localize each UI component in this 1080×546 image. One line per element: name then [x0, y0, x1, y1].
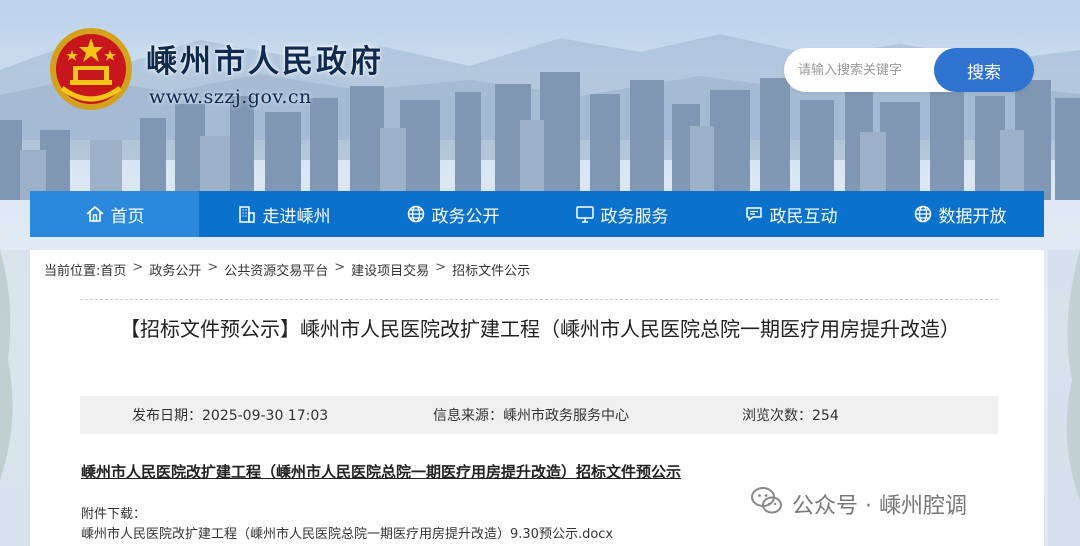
nav-item-label: 首页 — [110, 206, 145, 227]
breadcrumb-link-construction[interactable]: 建设项目交易 — [351, 260, 429, 279]
divider — [80, 299, 998, 300]
search-input[interactable] — [798, 58, 934, 82]
site-title: 嵊州市人民政府 — [146, 44, 384, 80]
nav-item-open-data[interactable]: 数据开放 — [875, 191, 1044, 237]
breadcrumb-separator: > — [132, 260, 144, 275]
home-icon — [85, 204, 105, 224]
main-nav: 首页 走进嵊州 政务公开 政务服务 政民互动 数据开放 — [30, 191, 1044, 237]
breadcrumb: 当前位置: 首页 > 政务公开 > 公共资源交易平台 > 建设项目交易 > 招标… — [44, 260, 530, 279]
chat-icon — [744, 204, 764, 224]
nav-item-label: 政务服务 — [600, 206, 669, 227]
breadcrumb-separator: > — [207, 260, 219, 275]
watermark-text: 公众号 · 嵊州腔调 — [792, 494, 967, 519]
globe-icon — [913, 204, 933, 224]
article-heading: 嵊州市人民医院改扩建工程（嵊州市人民医院总院一期医疗用房提升改造）招标文件预公示 — [81, 463, 682, 481]
building-icon — [237, 204, 257, 224]
nav-item-home[interactable]: 首页 — [30, 191, 199, 237]
nav-item-label: 数据开放 — [938, 206, 1007, 227]
breadcrumb-separator: > — [334, 260, 346, 275]
globe-icon — [406, 204, 426, 224]
nav-item-interaction[interactable]: 政民互动 — [706, 191, 875, 237]
wechat-watermark: 公众号 · 嵊州腔调 — [750, 484, 967, 524]
publish-date: 发布日期：2025-09-30 17:03 — [132, 408, 329, 424]
wechat-icon — [750, 484, 784, 524]
attachment-link[interactable]: 嵊州市人民医院改扩建工程（嵊州市人民医院总院一期医疗用房提升改造）9.30预公示… — [81, 523, 613, 542]
site-url: www.szzj.gov.cn — [149, 86, 312, 108]
breadcrumb-link-bid-notice[interactable]: 招标文件公示 — [452, 260, 530, 279]
nav-item-gov-services[interactable]: 政务服务 — [537, 191, 706, 237]
breadcrumb-separator: > — [435, 260, 447, 275]
info-source: 信息来源：嵊州市政务服务中心 — [433, 408, 629, 424]
nav-item-label: 政民互动 — [769, 206, 838, 227]
nav-item-label: 政务公开 — [431, 206, 500, 227]
breadcrumb-prefix: 当前位置: — [44, 264, 101, 279]
article-meta-bar: 发布日期：2025-09-30 17:03 信息来源：嵊州市政务服务中心 浏览次… — [80, 396, 998, 434]
attachment-label: 附件下载： — [81, 507, 147, 522]
search-button[interactable]: 搜索 — [934, 48, 1034, 92]
article-title: 【招标文件预公示】嵊州市人民医院改扩建工程（嵊州市人民医院总院一期医疗用房提升改… — [120, 317, 960, 341]
breadcrumb-link-gov-affairs[interactable]: 政务公开 — [149, 260, 201, 279]
search-box: 搜索 — [784, 48, 1034, 92]
nav-item-label: 走进嵊州 — [262, 206, 331, 227]
national-emblem-icon — [48, 26, 134, 112]
nav-item-gov-affairs[interactable]: 政务公开 — [368, 191, 537, 237]
breadcrumb-link-home[interactable]: 首页 — [100, 260, 126, 279]
nav-item-about[interactable]: 走进嵊州 — [199, 191, 368, 237]
view-count: 浏览次数：254 — [742, 408, 839, 424]
breadcrumb-link-trading-platform[interactable]: 公共资源交易平台 — [224, 260, 328, 279]
monitor-icon — [575, 204, 595, 224]
